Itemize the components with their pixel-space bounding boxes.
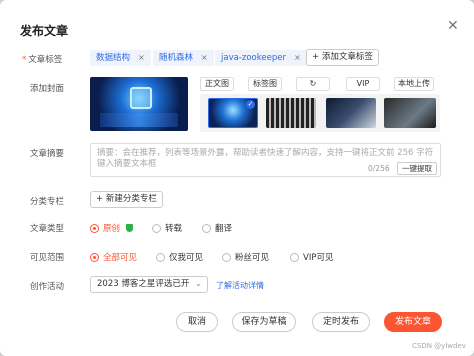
new-category-button[interactable]: + 新建分类专栏 — [90, 191, 163, 208]
category-label: 分类专栏 — [30, 197, 65, 207]
cancel-button[interactable]: 取消 — [176, 312, 218, 332]
radio-label: 转载 — [165, 224, 183, 234]
radio-label: 翻译 — [215, 224, 233, 234]
radio-dot — [90, 252, 99, 262]
radio-original[interactable]: 原创 — [90, 222, 134, 234]
activity-label: 创作活动 — [30, 282, 65, 292]
tag-remove-icon[interactable]: × — [294, 50, 301, 66]
tag-item[interactable]: 随机森林 × — [153, 50, 214, 66]
cover-thumbnail[interactable]: ✓ — [208, 98, 258, 128]
close-icon[interactable]: ✕ — [447, 18, 459, 34]
extract-summary-button[interactable]: 一键提取 — [397, 162, 437, 175]
chevron-down-icon: ⌄ — [194, 279, 202, 289]
check-icon: ✓ — [246, 100, 255, 109]
activity-selected-value: 2023 博客之星评选已开 — [97, 279, 190, 289]
cover-thumbnail[interactable] — [326, 98, 376, 128]
tags-label: * 文章标签 — [22, 53, 62, 65]
cover-art-base — [100, 113, 178, 127]
refresh-icon[interactable]: ↻ — [296, 77, 330, 91]
tag-label: 随机森林 — [159, 53, 194, 63]
tag-label: 数据结构 — [96, 53, 131, 63]
summary-label: 文章摘要 — [30, 149, 65, 159]
radio-dot — [156, 252, 165, 262]
tag-label: java-zookeeper — [221, 53, 286, 63]
summary-counter: 0/256 — [368, 164, 390, 173]
required-mark: * — [22, 55, 27, 65]
radio-visibility-vip[interactable]: VIP可见 — [290, 251, 333, 263]
tags-label-text: 文章标签 — [28, 55, 63, 65]
article-type-label: 文章类型 — [30, 224, 65, 234]
radio-repost[interactable]: 转载 — [152, 222, 182, 234]
radio-label: 仅我可见 — [169, 253, 204, 263]
cover-thumbnail-strip: ✓ — [200, 94, 440, 132]
tool-tag-image[interactable]: 标签图 — [248, 77, 282, 91]
radio-visibility-self[interactable]: 仅我可见 — [156, 251, 203, 263]
dialog-title: 发布文章 — [20, 24, 69, 38]
radio-label: 全部可见 — [103, 253, 138, 263]
add-tag-button[interactable]: + 添加文章标签 — [306, 49, 379, 66]
save-draft-button[interactable]: 保存为草稿 — [232, 312, 296, 332]
radio-label: 粉丝可见 — [235, 253, 270, 263]
tool-local-upload[interactable]: 本地上传 — [394, 77, 434, 91]
radio-translate[interactable]: 翻译 — [202, 222, 232, 234]
cover-art-shape — [130, 87, 152, 109]
radio-dot — [290, 252, 299, 262]
cover-thumbnail[interactable] — [384, 98, 436, 128]
radio-visibility-all[interactable]: 全部可见 — [90, 251, 137, 263]
activity-select[interactable]: 2023 博客之星评选已开 ⌄ — [90, 276, 208, 293]
shield-icon — [126, 224, 134, 232]
schedule-publish-button[interactable]: 定时发布 — [312, 312, 370, 332]
watermark: CSDN @ylwdev — [412, 342, 466, 350]
cover-preview[interactable] — [90, 77, 188, 131]
radio-label: VIP可见 — [303, 253, 334, 263]
publish-dialog: 发布文章 ✕ * 文章标签 数据结构 × 随机森林 × java-zookeepe… — [0, 0, 474, 356]
radio-dot — [202, 223, 211, 233]
tag-remove-icon[interactable]: × — [138, 50, 145, 66]
radio-label: 原创 — [103, 224, 121, 234]
cover-thumbnail[interactable] — [266, 98, 316, 128]
activity-details-link[interactable]: 了解活动详情 — [216, 280, 264, 291]
tool-body-image[interactable]: 正文图 — [200, 77, 234, 91]
tool-vip[interactable]: VIP — [346, 77, 380, 91]
radio-dot — [222, 252, 231, 262]
radio-visibility-fans[interactable]: 粉丝可见 — [222, 251, 269, 263]
visibility-label: 可见范围 — [30, 253, 65, 263]
tag-remove-icon[interactable]: × — [201, 50, 208, 66]
publish-button[interactable]: 发布文章 — [384, 312, 442, 332]
tag-item[interactable]: 数据结构 × — [90, 50, 151, 66]
cover-label: 添加封面 — [30, 84, 65, 94]
tag-item[interactable]: java-zookeeper × — [215, 50, 307, 66]
radio-dot — [152, 223, 161, 233]
radio-dot — [90, 223, 99, 233]
